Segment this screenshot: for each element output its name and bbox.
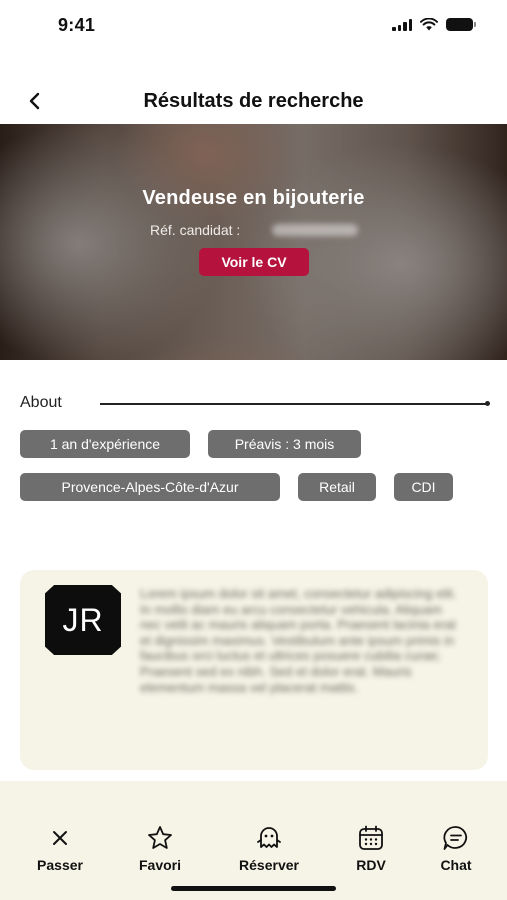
battery-icon bbox=[446, 18, 476, 31]
tag-region: Provence-Alpes-Côte-d'Azur bbox=[20, 473, 280, 501]
profile-card: JR Lorem ipsum dolor sit amet, consectet… bbox=[20, 570, 488, 770]
candidate-ref-value-redacted bbox=[272, 224, 358, 236]
about-divider-dot bbox=[485, 401, 490, 406]
about-label: About bbox=[20, 394, 62, 411]
avatar: JR bbox=[45, 585, 121, 655]
hero-banner: Vendeuse en bijouterie Réf. candidat : V… bbox=[0, 124, 507, 360]
candidate-ref-label: Réf. candidat : bbox=[150, 222, 241, 238]
about-divider bbox=[100, 403, 486, 405]
star-icon bbox=[145, 823, 175, 853]
about-section-header: About bbox=[20, 394, 490, 414]
tag-sector: Retail bbox=[298, 473, 376, 501]
nav-favorite-label: Favori bbox=[138, 857, 181, 873]
profile-bio: Lorem ipsum dolor sit amet, consectetur … bbox=[140, 586, 457, 695]
page-title: Résultats de recherche bbox=[143, 90, 364, 112]
nav-pass-label: Passer bbox=[37, 857, 83, 873]
nav-reserve-label: Réserver bbox=[239, 857, 299, 873]
hero-overlay bbox=[0, 124, 507, 360]
tag-experience: 1 an d'expérience bbox=[20, 430, 190, 458]
nav-favorite[interactable]: Favori bbox=[115, 823, 205, 873]
status-bar: 9:41 bbox=[0, 0, 507, 52]
status-time: 9:41 bbox=[58, 15, 96, 35]
wifi-icon bbox=[420, 18, 438, 31]
home-indicator bbox=[171, 886, 336, 891]
nav-pass[interactable]: Passer bbox=[15, 823, 105, 873]
nav-chat-label: Chat bbox=[440, 857, 472, 873]
tag-notice: Préavis : 3 mois bbox=[208, 430, 361, 458]
view-cv-button[interactable]: Voir le CV bbox=[199, 248, 309, 276]
nav-reserve[interactable]: Réserver bbox=[224, 823, 314, 873]
tag-contract: CDI bbox=[394, 473, 453, 501]
calendar-icon bbox=[356, 823, 386, 853]
chat-icon bbox=[441, 823, 471, 853]
header: Résultats de recherche bbox=[0, 80, 507, 124]
job-title: Vendeuse en bijouterie bbox=[142, 187, 365, 209]
bottom-nav: Passer Favori Réserver RDV Chat bbox=[0, 781, 507, 900]
nav-appointment[interactable]: RDV bbox=[326, 823, 416, 873]
close-icon bbox=[45, 823, 75, 853]
nav-chat[interactable]: Chat bbox=[411, 823, 501, 873]
ghost-icon bbox=[254, 823, 284, 853]
status-icons bbox=[392, 18, 476, 31]
cellular-signal-icon bbox=[392, 18, 412, 31]
nav-appointment-label: RDV bbox=[356, 857, 386, 873]
